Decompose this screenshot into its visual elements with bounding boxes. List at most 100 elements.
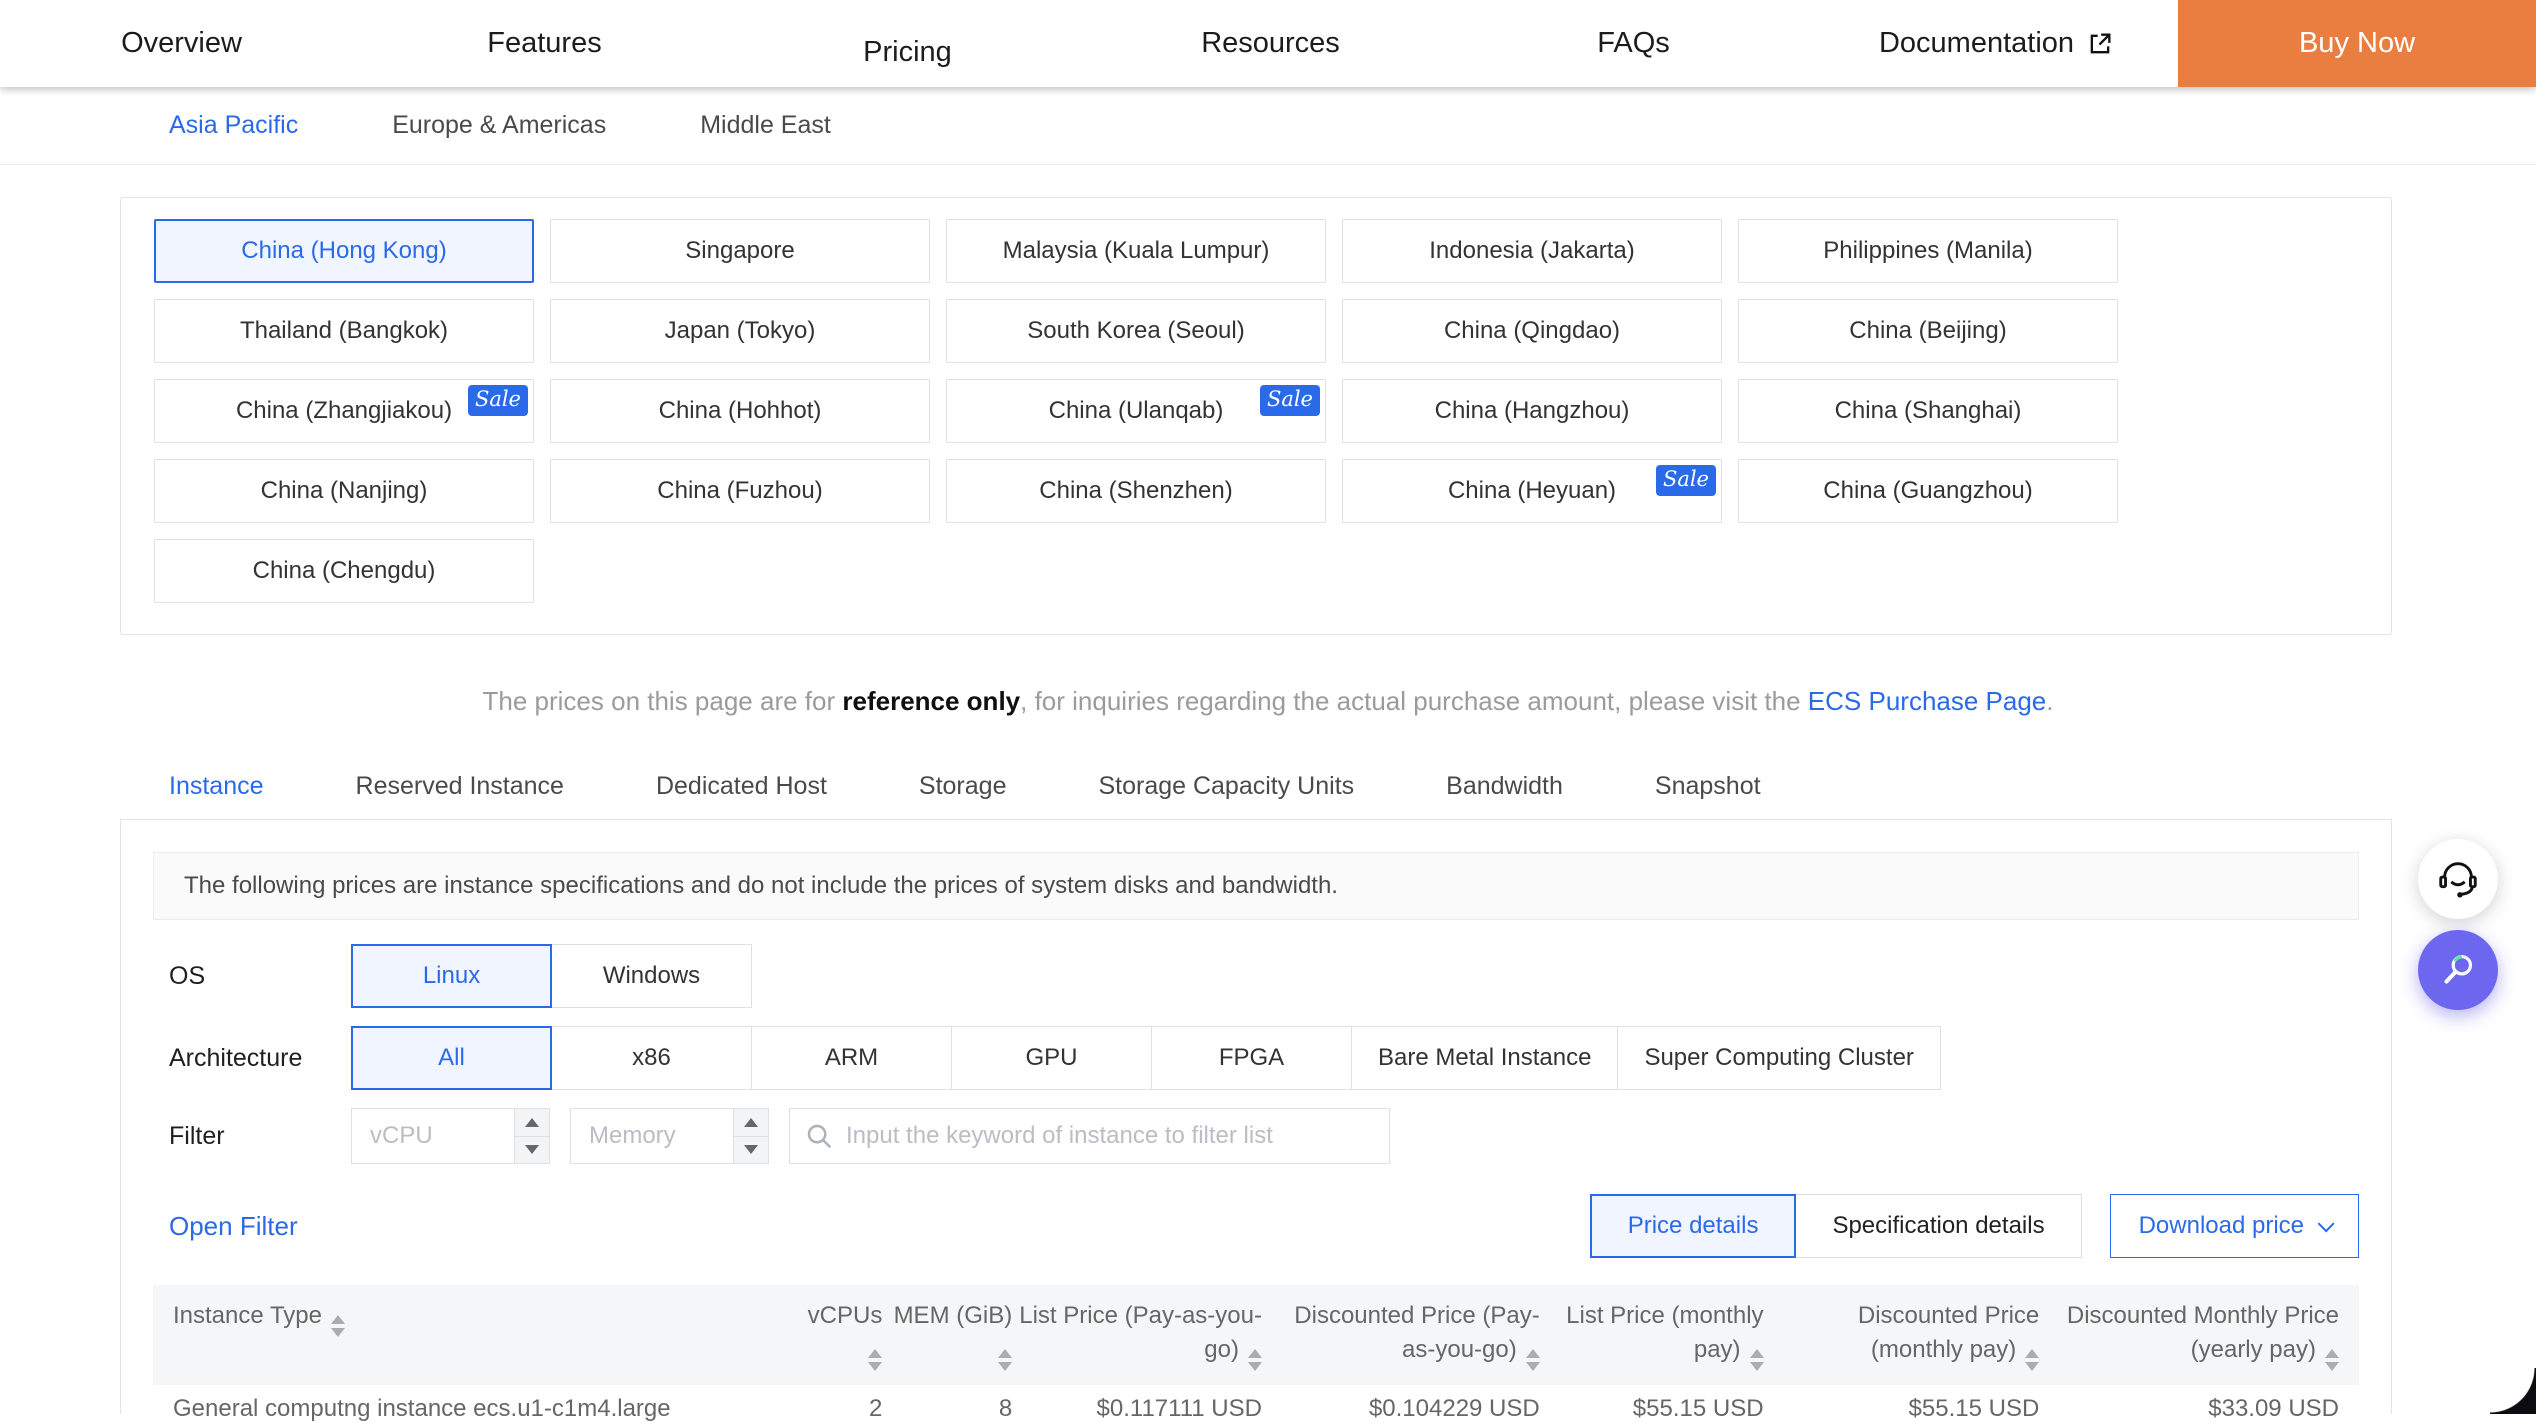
- memory-decrement-button[interactable]: [734, 1136, 768, 1164]
- region-button-china-shenzhen[interactable]: China (Shenzhen): [946, 459, 1326, 523]
- region-button-china-nanjing[interactable]: China (Nanjing): [154, 459, 534, 523]
- vcpu-stepper: [514, 1109, 549, 1163]
- region-button-thailand-bangkok[interactable]: Thailand (Bangkok): [154, 299, 534, 363]
- region-button-china-zhangjiakou[interactable]: China (Zhangjiakou)Sale: [154, 379, 534, 443]
- value-cell: 8: [882, 1395, 1012, 1423]
- download-price-button[interactable]: Download price: [2110, 1194, 2359, 1258]
- arrow-up-icon: [744, 1118, 758, 1127]
- tab-snapshot[interactable]: Snapshot: [1655, 772, 1761, 801]
- region-button-china-shanghai[interactable]: China (Shanghai): [1738, 379, 2118, 443]
- architecture-option-bare-metal-instance[interactable]: Bare Metal Instance: [1351, 1026, 1618, 1090]
- nav-item-pricing[interactable]: Pricing: [726, 36, 1089, 69]
- nav-item-faqs[interactable]: FAQs: [1452, 27, 1815, 60]
- keyword-search-input[interactable]: [844, 1109, 1381, 1163]
- region-button-label: China (Ulanqab): [1049, 397, 1224, 425]
- specification-details-button[interactable]: Specification details: [1795, 1194, 2081, 1258]
- region-button-japan-tokyo[interactable]: Japan (Tokyo): [550, 299, 930, 363]
- memory-input[interactable]: [571, 1109, 733, 1163]
- memory-filter: [570, 1108, 769, 1164]
- arrow-down-icon: [525, 1145, 539, 1154]
- region-button-china-hong-kong[interactable]: China (Hong Kong): [154, 219, 534, 283]
- region-button-china-beijing[interactable]: China (Beijing): [1738, 299, 2118, 363]
- tab-storage[interactable]: Storage: [919, 772, 1007, 801]
- column-header-discounted-price-pay-as-you-go[interactable]: Discounted Price (Pay-as-you-go): [1262, 1299, 1540, 1371]
- region-button-china-fuzhou[interactable]: China (Fuzhou): [550, 459, 930, 523]
- nav-item-label: Features: [487, 27, 601, 60]
- sort-icon: [868, 1349, 882, 1371]
- architecture-option-fpga[interactable]: FPGA: [1151, 1026, 1352, 1090]
- vcpu-decrement-button[interactable]: [515, 1136, 549, 1164]
- open-filter-link[interactable]: Open Filter: [169, 1211, 298, 1242]
- region-button-china-guangzhou[interactable]: China (Guangzhou): [1738, 459, 2118, 523]
- region-tab-asia-pacific[interactable]: Asia Pacific: [169, 111, 298, 140]
- region-button-china-qingdao[interactable]: China (Qingdao): [1342, 299, 1722, 363]
- region-button-label: China (Zhangjiakou): [236, 397, 452, 425]
- column-header-vcpus[interactable]: vCPUs: [787, 1299, 882, 1371]
- column-header-instance-type[interactable]: Instance Type: [173, 1299, 787, 1337]
- view-toggle: Price detailsSpecification details: [1590, 1194, 2082, 1258]
- column-header-discounted-price-monthly-pay[interactable]: Discounted Price (monthly pay): [1764, 1299, 2040, 1371]
- architecture-option-arm[interactable]: ARM: [751, 1026, 952, 1090]
- vcpu-input[interactable]: [352, 1109, 514, 1163]
- column-header-list-price-monthly-pay[interactable]: List Price (monthly pay): [1540, 1299, 1764, 1371]
- tab-storage-capacity-units[interactable]: Storage Capacity Units: [1098, 772, 1354, 801]
- vcpu-increment-button[interactable]: [515, 1109, 549, 1136]
- region-button-singapore[interactable]: Singapore: [550, 219, 930, 283]
- column-header-label: List Price (monthly pay): [1566, 1302, 1763, 1363]
- region-tab-middle-east[interactable]: Middle East: [700, 111, 831, 140]
- os-option-linux[interactable]: Linux: [351, 944, 552, 1008]
- region-button-china-hangzhou[interactable]: China (Hangzhou): [1342, 379, 1722, 443]
- memory-increment-button[interactable]: [734, 1109, 768, 1136]
- table-header: Instance TypevCPUsMEM (GiB)List Price (P…: [153, 1285, 2359, 1385]
- column-header-list-price-pay-as-you-go[interactable]: List Price (Pay-as-you-go): [1012, 1299, 1262, 1371]
- region-button-label: Japan (Tokyo): [665, 317, 816, 345]
- region-button-china-hohhot[interactable]: China (Hohhot): [550, 379, 930, 443]
- support-button[interactable]: [2418, 839, 2498, 919]
- nav-item-features[interactable]: Features: [363, 27, 726, 60]
- os-row: OS LinuxWindows: [153, 944, 2359, 1008]
- os-option-windows[interactable]: Windows: [551, 944, 752, 1008]
- tab-bandwidth[interactable]: Bandwidth: [1446, 772, 1563, 801]
- region-button-china-ulanqab[interactable]: China (Ulanqab) Sale: [946, 379, 1326, 443]
- region-button-label: Thailand (Bangkok): [240, 317, 448, 345]
- nav-item-label: FAQs: [1597, 27, 1670, 60]
- tab-instance[interactable]: Instance: [169, 772, 264, 801]
- nav-item-documentation[interactable]: Documentation: [1815, 27, 2178, 60]
- sale-badge: Sale: [1260, 385, 1320, 416]
- region-group-tabs: Asia Pacific Europe & Americas Middle East: [0, 87, 2536, 165]
- table-row[interactable]: General computng instance ecs.u1-c1m4.la…: [153, 1385, 2359, 1423]
- region-button-malaysia-kuala-lumpur[interactable]: Malaysia (Kuala Lumpur): [946, 219, 1326, 283]
- column-header-discounted-monthly-price-yearly-pay[interactable]: Discounted Monthly Price (yearly pay): [2039, 1299, 2339, 1371]
- price-details-button[interactable]: Price details: [1590, 1194, 1797, 1258]
- region-button-label: China (Shanghai): [1835, 397, 2022, 425]
- region-button-south-korea-seoul[interactable]: South Korea (Seoul): [946, 299, 1326, 363]
- nav-items: Overview Features PricingResources FAQs Docu…: [0, 0, 2178, 87]
- value-cell: $55.15 USD: [1540, 1395, 1764, 1423]
- buy-now-button[interactable]: Buy Now: [2178, 0, 2536, 87]
- tab-reserved-instance[interactable]: Reserved Instance: [356, 772, 564, 801]
- region-tab-europe-americas[interactable]: Europe & Americas: [392, 111, 606, 140]
- region-button-indonesia-jakarta[interactable]: Indonesia (Jakarta): [1342, 219, 1722, 283]
- architecture-option-gpu[interactable]: GPU: [951, 1026, 1152, 1090]
- ai-assistant-button[interactable]: [2418, 930, 2498, 1010]
- region-button-china-chengdu[interactable]: China (Chengdu): [154, 539, 534, 603]
- architecture-option-super-computing-cluster[interactable]: Super Computing Cluster: [1617, 1026, 1940, 1090]
- pricing-panel: The following prices are instance specif…: [120, 819, 2392, 1414]
- region-button-label: China (Heyuan): [1448, 477, 1616, 505]
- region-card: China (Hong Kong)SingaporeMalaysia (Kual…: [120, 197, 2392, 635]
- region-button-label: China (Beijing): [1849, 317, 2006, 345]
- instance-type-cell: General computng instance ecs.u1-c1m4.la…: [173, 1395, 787, 1423]
- region-button-philippines-manila[interactable]: Philippines (Manila): [1738, 219, 2118, 283]
- value-cell: $0.104229 USD: [1262, 1395, 1540, 1423]
- architecture-option-x86[interactable]: x86: [551, 1026, 752, 1090]
- nav-item-overview[interactable]: Overview: [0, 27, 363, 60]
- product-tabs: Instance Reserved Instance Dedicated Host S…: [169, 772, 1761, 801]
- tab-dedicated-host[interactable]: Dedicated Host: [656, 772, 827, 801]
- column-header-mem-gib[interactable]: MEM (GiB): [882, 1299, 1012, 1371]
- os-options: LinuxWindows: [351, 944, 752, 1008]
- nav-item-resources[interactable]: Resources: [1089, 27, 1452, 60]
- sort-icon: [2325, 1349, 2339, 1371]
- architecture-option-all[interactable]: All: [351, 1026, 552, 1090]
- region-button-china-heyuan[interactable]: China (Heyuan)Sale: [1342, 459, 1722, 523]
- ecs-purchase-page-link[interactable]: ECS Purchase Page: [1808, 686, 2046, 716]
